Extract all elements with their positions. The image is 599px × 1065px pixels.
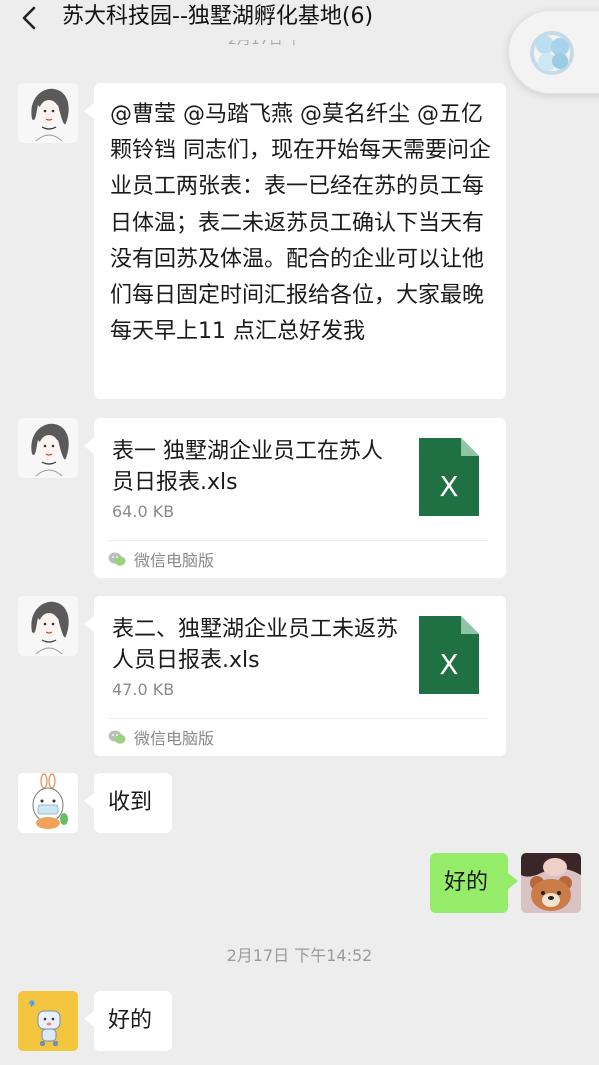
girl-sketch-avatar-icon <box>18 83 78 143</box>
message-bubble[interactable]: 好的 <box>84 991 172 1051</box>
avatar-sender-1[interactable] <box>18 418 78 478</box>
girl-sketch-avatar-icon <box>18 596 78 656</box>
svg-text:X: X <box>439 470 458 503</box>
wechat-logo-icon <box>108 552 126 566</box>
excel-file-icon: X <box>419 616 479 694</box>
avatar-self[interactable] <box>521 853 581 913</box>
back-button[interactable] <box>14 3 48 33</box>
girl-sketch-avatar-icon <box>18 418 78 478</box>
bear-photo-avatar-icon <box>521 853 581 913</box>
chat-header: 苏大科技园--独墅湖孵化基地(6) <box>0 0 599 38</box>
excel-file-icon: X <box>419 438 479 516</box>
chevron-left-icon <box>22 6 36 30</box>
wechat-logo-icon <box>108 730 126 744</box>
file-size: 47.0 KB <box>112 680 175 699</box>
chat-title: 苏大科技园--独墅湖孵化基地(6) <box>62 4 374 29</box>
avatar-sender-2[interactable] <box>18 773 78 833</box>
message-text: @曹莹 @马踏飞燕 @莫名纤尘 @五亿颗铃铛 同志们，现在开始每天需要问企业员工… <box>110 102 491 345</box>
floating-window-button[interactable] <box>508 10 599 94</box>
message-bubble-self[interactable]: 好的 <box>430 853 518 913</box>
partial-timestamp: 2月17日 下午14:50 <box>228 40 302 48</box>
file-source: 微信电脑版 <box>108 549 215 570</box>
avatar-sender-1[interactable] <box>18 596 78 656</box>
file-size: 64.0 KB <box>112 502 175 521</box>
divider <box>108 718 488 719</box>
divider <box>108 540 488 541</box>
file-name: 表二、独墅湖企业员工未返苏人员日报表.xls <box>112 617 399 673</box>
timestamp-divider: 2月17日 下午14:52 <box>226 946 373 965</box>
cartoon-character-avatar-icon: ? <box>18 991 78 1051</box>
file-name: 表一 独墅湖企业员工在苏人员日报表.xls <box>112 439 383 495</box>
message-bubble[interactable]: 收到 <box>84 773 172 833</box>
floating-window-icon <box>530 31 574 75</box>
message-text: 收到 <box>108 790 153 815</box>
avatar-sender-1[interactable] <box>18 83 78 143</box>
message-bubble[interactable]: @曹莹 @马踏飞燕 @莫名纤尘 @五亿颗铃铛 同志们，现在开始每天需要问企业员工… <box>84 83 506 399</box>
file-source: 微信电脑版 <box>108 727 215 748</box>
message-text: 好的 <box>108 1008 153 1033</box>
file-source-label: 微信电脑版 <box>134 551 215 570</box>
avatar-sender-3[interactable]: ? <box>18 991 78 1051</box>
rabbit-mask-avatar-icon <box>18 773 78 833</box>
message-text: 好的 <box>444 870 489 895</box>
file-message-card[interactable]: 表一 独墅湖企业员工在苏人员日报表.xls 64.0 KB X 微信电脑版 <box>84 418 506 578</box>
file-message-card[interactable]: 表二、独墅湖企业员工未返苏人员日报表.xls 47.0 KB X 微信电脑版 <box>84 596 506 756</box>
svg-text:?: ? <box>30 1001 34 1009</box>
svg-text:X: X <box>439 648 458 681</box>
file-source-label: 微信电脑版 <box>134 729 215 748</box>
